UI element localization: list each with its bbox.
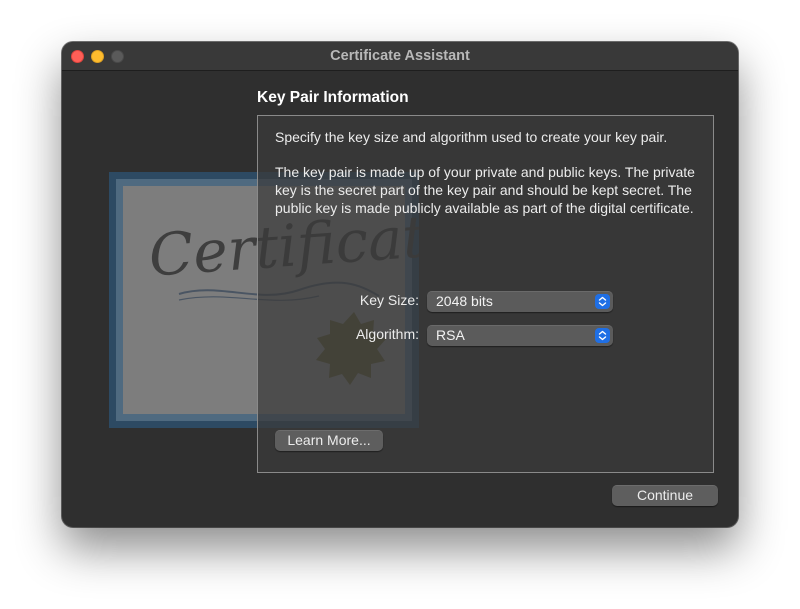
algorithm-value: RSA (436, 327, 465, 343)
learn-more-button[interactable]: Learn More... (275, 430, 383, 451)
title-bar[interactable]: Certificate Assistant (62, 42, 738, 71)
window-title: Certificate Assistant (330, 48, 470, 64)
continue-button[interactable]: Continue (612, 485, 718, 506)
algorithm-label: Algorithm: (355, 326, 419, 342)
chevron-up-down-icon (595, 328, 610, 343)
key-size-value: 2048 bits (436, 293, 493, 309)
key-pair-panel: Specify the key size and algorithm used … (257, 115, 714, 473)
description-line-1: Specify the key size and algorithm used … (275, 129, 668, 145)
chevron-up-down-icon (595, 294, 610, 309)
certificate-assistant-window: Certificate Assistant Certificate Key Pa… (62, 42, 738, 527)
description-line-2: The key pair is made up of your private … (275, 164, 695, 216)
section-title: Key Pair Information (257, 89, 409, 106)
key-size-popup[interactable]: 2048 bits (427, 291, 613, 312)
key-size-label: Key Size: (359, 292, 419, 308)
algorithm-popup[interactable]: RSA (427, 325, 613, 346)
